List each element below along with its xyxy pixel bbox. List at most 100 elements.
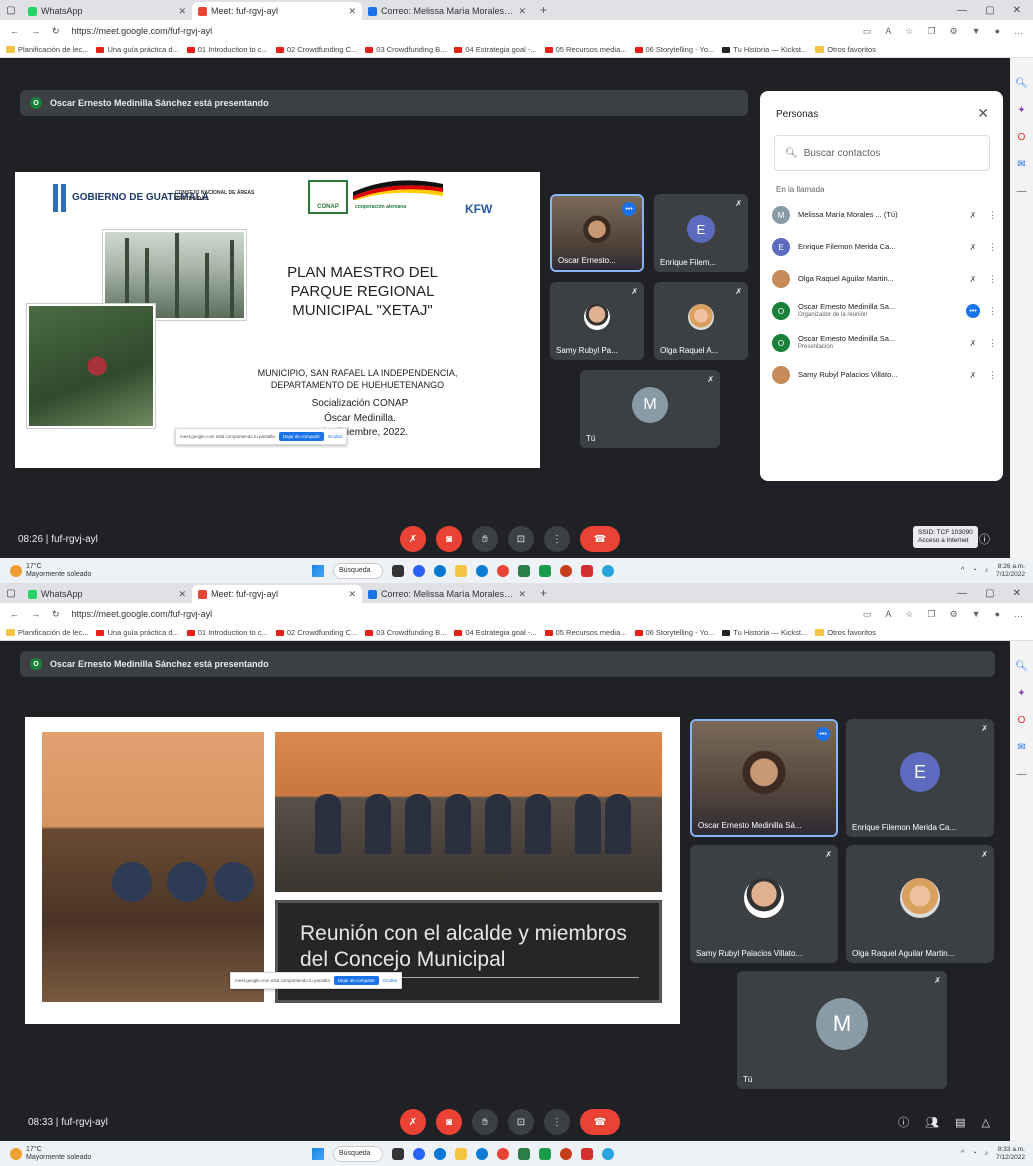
- search-input[interactable]: 🔍︎ Buscar contactos: [774, 135, 990, 171]
- bookmark[interactable]: Tu Historia — Kickst...: [722, 45, 807, 54]
- participant-tile[interactable]: ✗ Samy Rubyl Palacios Villato...: [690, 845, 838, 963]
- reload-icon[interactable]: ↻: [52, 609, 60, 620]
- edge-icon[interactable]: [434, 564, 446, 577]
- close-icon[interactable]: ✕: [178, 589, 186, 600]
- camera-toggle-button[interactable]: ◙: [436, 526, 462, 552]
- info-icon[interactable]: ⓘ: [979, 531, 990, 547]
- minimize-icon[interactable]: —: [957, 5, 967, 16]
- participant-row[interactable]: M Melissa María Morales ... (Tú) ✗ ⋮: [772, 201, 997, 229]
- weather-widget[interactable]: 17°C Mayormente soleado: [10, 1146, 91, 1161]
- new-tab-icon[interactable]: +: [532, 3, 555, 17]
- bookmark[interactable]: 03 Crowdfunding B...: [365, 45, 446, 54]
- self-tile[interactable]: ✗ M Tú: [580, 370, 720, 448]
- close-window-icon[interactable]: ✕: [1013, 588, 1021, 599]
- participant-tile[interactable]: ✗ E Enrique Filem...: [654, 194, 748, 272]
- clock[interactable]: 8:33 a.m. 7/12/2022: [996, 1146, 1025, 1160]
- chat-icon[interactable]: ▤: [955, 1116, 965, 1129]
- close-icon[interactable]: ✕: [518, 589, 526, 600]
- maximize-icon[interactable]: ▢: [985, 5, 994, 16]
- back-icon[interactable]: ←: [10, 26, 19, 36]
- explorer-icon[interactable]: [455, 1147, 467, 1160]
- read-aloud-icon[interactable]: A: [885, 26, 891, 37]
- bookmark[interactable]: 02 Crowdfunding C...: [275, 45, 357, 54]
- activities-icon[interactable]: △: [982, 1116, 990, 1129]
- shield-icon[interactable]: ▼: [972, 26, 981, 37]
- powerpoint-icon[interactable]: [560, 564, 572, 577]
- mic-toggle-button[interactable]: ✗: [400, 526, 426, 552]
- mic-off-icon[interactable]: ✗: [966, 339, 980, 348]
- collections-icon[interactable]: ❐: [927, 26, 935, 37]
- favorite-icon[interactable]: ☆: [905, 26, 913, 37]
- more-options-icon[interactable]: ⋮: [988, 210, 997, 221]
- other-bookmarks[interactable]: Otros favoritos: [815, 45, 876, 54]
- bookmark[interactable]: 04 Estrategia goal -...: [454, 628, 537, 637]
- taskview-icon[interactable]: [392, 1147, 404, 1160]
- bookmark[interactable]: 01 Introduction to c...: [186, 45, 268, 54]
- app-icon[interactable]: [602, 564, 614, 577]
- profile-icon[interactable]: ●: [995, 609, 1000, 620]
- bookmark[interactable]: Tu Historia — Kickst...: [722, 628, 807, 637]
- raise-hand-button[interactable]: ✋︎: [472, 526, 498, 552]
- chat-icon[interactable]: [413, 1147, 425, 1160]
- search-icon[interactable]: 🔍︎: [1015, 661, 1028, 672]
- start-icon[interactable]: [312, 564, 324, 577]
- close-icon[interactable]: ✕: [977, 105, 989, 122]
- tab-actions-icon[interactable]: ▢: [0, 588, 22, 599]
- tab-meet[interactable]: Meet: fuf-rgvj-ayl ✕: [192, 585, 362, 603]
- weather-widget[interactable]: 17°C Mayormente soleado: [10, 563, 91, 578]
- hide-button[interactable]: Ocultar: [328, 434, 343, 439]
- close-window-icon[interactable]: ✕: [1013, 5, 1021, 16]
- tray-chevron-icon[interactable]: ^: [961, 1150, 964, 1157]
- mic-off-icon[interactable]: ✗: [966, 371, 980, 380]
- wifi-icon[interactable]: ◔: [972, 567, 976, 574]
- bookmark[interactable]: 02 Crowdfunding C...: [275, 628, 357, 637]
- participant-row[interactable]: O Oscar Ernesto Medinilla Sa... Presentac…: [772, 329, 997, 357]
- back-icon[interactable]: ←: [10, 609, 19, 619]
- wifi-icon[interactable]: ◔: [972, 1150, 976, 1157]
- forward-icon[interactable]: →: [31, 26, 40, 36]
- new-tab-icon[interactable]: +: [532, 586, 555, 600]
- forward-icon[interactable]: →: [31, 609, 40, 619]
- tab-actions-icon[interactable]: ▢: [0, 5, 22, 16]
- close-icon[interactable]: ✕: [178, 6, 186, 17]
- favorite-icon[interactable]: ☆: [905, 609, 913, 620]
- info-icon[interactable]: ⓘ: [898, 1114, 909, 1130]
- more-options-icon[interactable]: ⋮: [988, 338, 997, 349]
- participant-row[interactable]: Samy Rubyl Palacios Villato... ✗ ⋮: [772, 361, 997, 389]
- camera-icon[interactable]: ▭: [863, 26, 872, 37]
- tab-mail[interactable]: Correo: Melissa María Morales T... ✕: [362, 2, 532, 20]
- speaking-icon[interactable]: •••: [966, 304, 980, 318]
- stop-sharing-button[interactable]: Dejar de compartir: [278, 432, 324, 441]
- tab-whatsapp[interactable]: WhatsApp ✕: [22, 585, 192, 603]
- people-icon[interactable]: 👥︎: [925, 1116, 939, 1129]
- participant-tile[interactable]: ✗ Olga Raquel Aguilar Martin...: [846, 845, 994, 963]
- more-options-button[interactable]: ⋮: [544, 1109, 570, 1135]
- stop-sharing-button[interactable]: Dejar de compartir: [333, 976, 379, 985]
- collections-icon[interactable]: ❐: [927, 609, 935, 620]
- sheets-icon[interactable]: [539, 1147, 551, 1160]
- leave-call-button[interactable]: ☎: [580, 1109, 620, 1135]
- sheets-icon[interactable]: [539, 564, 551, 577]
- participant-tile[interactable]: ••• Oscar Ernesto...: [550, 194, 644, 272]
- office-icon[interactable]: O: [1018, 132, 1026, 143]
- excel-icon[interactable]: [518, 564, 530, 577]
- mic-toggle-button[interactable]: ✗: [400, 1109, 426, 1135]
- participant-row[interactable]: E Enrique Filemon Merida Ca... ✗ ⋮: [772, 233, 997, 261]
- search-icon[interactable]: 🔍︎: [1015, 78, 1028, 89]
- participant-row[interactable]: O Oscar Ernesto Medinilla Sa... Organizad…: [772, 297, 997, 325]
- profile-icon[interactable]: ●: [995, 26, 1000, 37]
- more-options-icon[interactable]: ⋮: [988, 242, 997, 253]
- bookmark[interactable]: Una guía práctica d...: [96, 628, 179, 637]
- tray-chevron-icon[interactable]: ^: [961, 567, 964, 574]
- bookmark[interactable]: 06 Storytelling - Yo...: [634, 628, 714, 637]
- read-aloud-icon[interactable]: A: [885, 609, 891, 620]
- volume-icon[interactable]: ♪: [985, 567, 989, 574]
- bookmark[interactable]: Planificación de lec...: [6, 628, 88, 637]
- bookmark[interactable]: 05 Recursos media...: [544, 45, 627, 54]
- mic-off-icon[interactable]: ✗: [966, 211, 980, 220]
- shield-icon[interactable]: ▼: [972, 609, 981, 620]
- camera-toggle-button[interactable]: ◙: [436, 1109, 462, 1135]
- menu-icon[interactable]: …: [1014, 26, 1023, 37]
- maximize-icon[interactable]: ▢: [985, 588, 994, 599]
- sparkle-icon[interactable]: ✦: [1017, 688, 1025, 699]
